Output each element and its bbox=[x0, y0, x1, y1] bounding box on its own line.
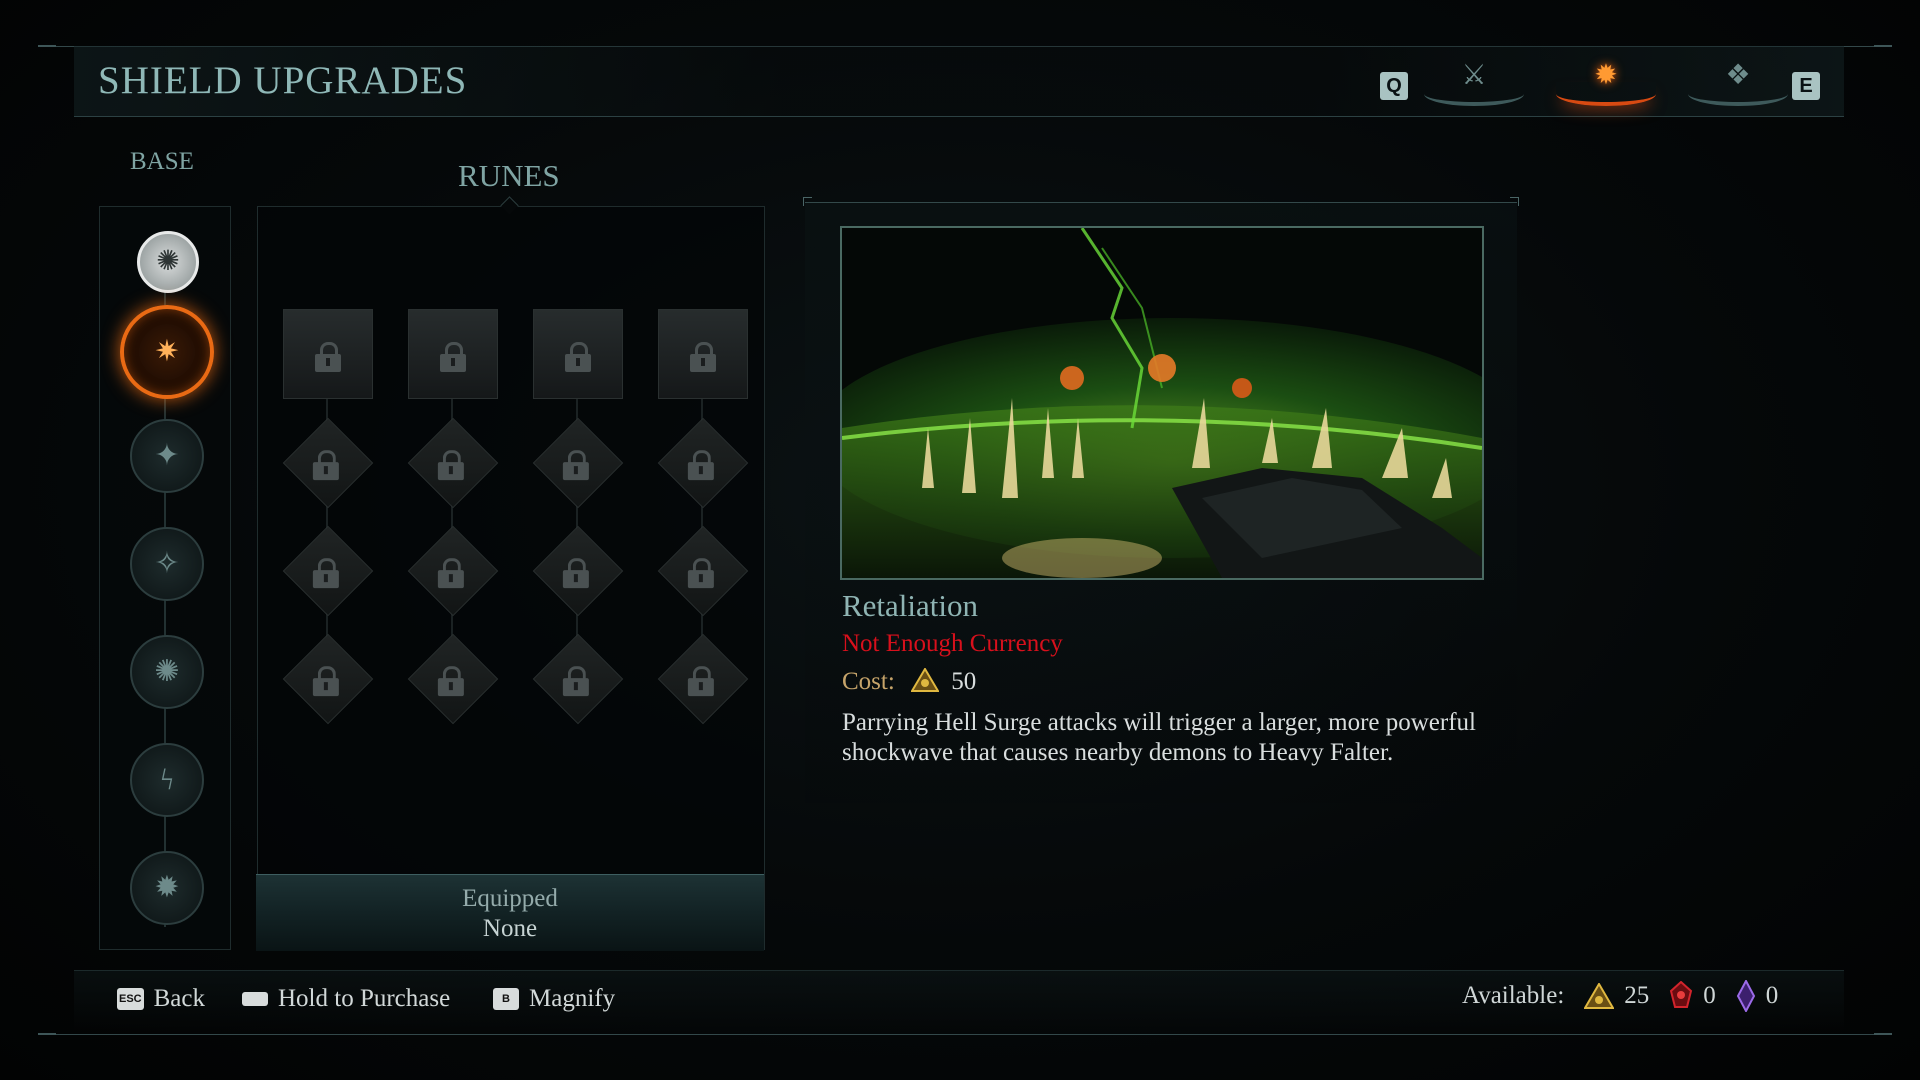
purple-currency: 0 bbox=[1736, 980, 1779, 1012]
lock-icon bbox=[687, 558, 714, 589]
lock-icon bbox=[440, 342, 466, 372]
tab-melee[interactable]: ❖ bbox=[1688, 58, 1788, 106]
equipped-value: None bbox=[482, 915, 538, 942]
weapon-icon: ❖ bbox=[1725, 60, 1751, 91]
rune-slot-locked[interactable] bbox=[533, 309, 623, 399]
red-gem-currency-icon bbox=[1670, 981, 1693, 1008]
b-key-icon: B bbox=[493, 988, 519, 1010]
gold-triangle-currency-icon bbox=[910, 667, 940, 692]
back-hint[interactable]: ESC Back bbox=[117, 985, 205, 1013]
page-title: SHIELD UPGRADES bbox=[98, 59, 468, 102]
rune-slot-locked[interactable] bbox=[407, 525, 499, 617]
lightning-upgrade-icon[interactable]: ϟ bbox=[130, 743, 204, 817]
cost-value: 50 bbox=[951, 668, 977, 695]
upgrade-title: Retaliation bbox=[842, 588, 979, 623]
gold-triangle-currency-icon bbox=[1584, 983, 1615, 1009]
crossed-blades-icon: ⚔ bbox=[1461, 60, 1487, 91]
cost-row: Cost: 50 bbox=[842, 667, 977, 696]
tab-shield[interactable]: ✹ bbox=[1556, 58, 1656, 106]
purchase-hint[interactable]: Hold to Purchase bbox=[242, 985, 450, 1013]
shield-saw-icon[interactable]: ✺ bbox=[137, 231, 199, 293]
magnify-label: Magnify bbox=[529, 985, 616, 1012]
rune-slot-locked[interactable] bbox=[282, 417, 374, 509]
next-tab-key[interactable]: E bbox=[1792, 72, 1820, 100]
lock-icon bbox=[437, 666, 464, 697]
gold-currency-value: 25 bbox=[1624, 982, 1650, 1009]
timer-upgrade-icon[interactable]: ✹ bbox=[130, 851, 204, 925]
rune-slot-locked[interactable] bbox=[532, 525, 624, 617]
purple-crystal-currency-icon bbox=[1736, 980, 1755, 1012]
runes-label: RUNES bbox=[458, 158, 560, 193]
red-currency-value: 0 bbox=[1703, 982, 1716, 1009]
burst-upgrade-icon[interactable]: ✺ bbox=[130, 635, 204, 709]
spacebar-key-icon bbox=[242, 992, 268, 1006]
rune-slot-locked[interactable] bbox=[407, 417, 499, 509]
category-tabs: Q ⚔ ✹ ❖ E bbox=[1380, 54, 1830, 110]
rune-slot-locked[interactable] bbox=[657, 525, 749, 617]
prev-tab-key[interactable]: Q bbox=[1380, 72, 1408, 100]
rune-slot-locked[interactable] bbox=[282, 525, 374, 617]
rune-slot-locked[interactable] bbox=[532, 633, 624, 725]
gold-currency: 25 bbox=[1584, 982, 1649, 1010]
shield-saw-icon: ✹ bbox=[1594, 60, 1618, 91]
shield-throw-icon[interactable]: ✧ bbox=[130, 527, 204, 601]
upgrade-preview-image bbox=[840, 226, 1484, 580]
lock-icon bbox=[690, 342, 716, 372]
rune-slot-locked[interactable] bbox=[657, 633, 749, 725]
preview-scene bbox=[842, 228, 1482, 578]
equipped-rune-box: Equipped None bbox=[256, 874, 764, 951]
available-currency: Available: 25 0 0 bbox=[1462, 980, 1778, 1012]
upgrade-description: Parrying Hell Surge attacks will trigger… bbox=[842, 709, 1476, 766]
purchase-label: Hold to Purchase bbox=[278, 985, 451, 1012]
magnify-hint[interactable]: B Magnify bbox=[493, 985, 615, 1013]
lock-icon bbox=[562, 666, 589, 697]
lock-icon bbox=[312, 450, 339, 481]
lock-icon bbox=[687, 450, 714, 481]
lock-icon bbox=[312, 558, 339, 589]
base-label: BASE bbox=[130, 148, 194, 175]
purchase-status: Not Enough Currency bbox=[842, 630, 1063, 657]
lock-icon bbox=[437, 450, 464, 481]
purple-currency-value: 0 bbox=[1765, 982, 1779, 1009]
esc-key-icon: ESC bbox=[117, 988, 144, 1010]
rune-slot-locked[interactable] bbox=[658, 309, 748, 399]
tab-weapons[interactable]: ⚔ bbox=[1424, 58, 1524, 106]
available-label: Available: bbox=[1462, 982, 1565, 1009]
lock-icon bbox=[437, 558, 464, 589]
lock-icon bbox=[562, 450, 589, 481]
cost-label: Cost: bbox=[842, 668, 895, 695]
rune-grid bbox=[257, 206, 765, 950]
back-label: Back bbox=[153, 985, 205, 1012]
base-upgrade-list: ✺ ✷ ✦ ✧ ✺ ϟ ✹ bbox=[99, 206, 231, 950]
retaliation-shockwave-icon[interactable]: ✷ bbox=[120, 305, 214, 399]
shield-charge-icon[interactable]: ✦ bbox=[130, 419, 204, 493]
rune-slot-locked[interactable] bbox=[657, 417, 749, 509]
rune-slot-locked[interactable] bbox=[407, 633, 499, 725]
rune-slot-locked[interactable] bbox=[408, 309, 498, 399]
lock-icon bbox=[315, 342, 341, 372]
rune-slot-locked[interactable] bbox=[532, 417, 624, 509]
lock-icon bbox=[687, 666, 714, 697]
rune-slot-locked[interactable] bbox=[282, 633, 374, 725]
lock-icon bbox=[312, 666, 339, 697]
red-currency: 0 bbox=[1669, 981, 1716, 1011]
rune-slot-locked[interactable] bbox=[283, 309, 373, 399]
lock-icon bbox=[562, 558, 589, 589]
equipped-label: Equipped bbox=[462, 885, 558, 912]
bottom-frame-line bbox=[38, 1033, 1892, 1035]
lock-icon bbox=[565, 342, 591, 372]
